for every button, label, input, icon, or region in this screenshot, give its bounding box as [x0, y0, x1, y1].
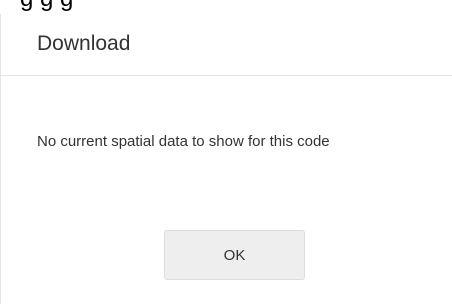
- dialog-body: No current spatial data to show for this…: [1, 76, 452, 226]
- background-page-fragment: g g g: [0, 0, 452, 14]
- download-dialog: Download No current spatial data to show…: [0, 14, 452, 304]
- dialog-header: Download: [1, 14, 452, 76]
- dialog-title: Download: [37, 32, 131, 55]
- background-partial-text: g g g: [20, 0, 73, 12]
- dialog-message: No current spatial data to show for this…: [37, 133, 330, 150]
- ok-button[interactable]: OK: [164, 230, 305, 280]
